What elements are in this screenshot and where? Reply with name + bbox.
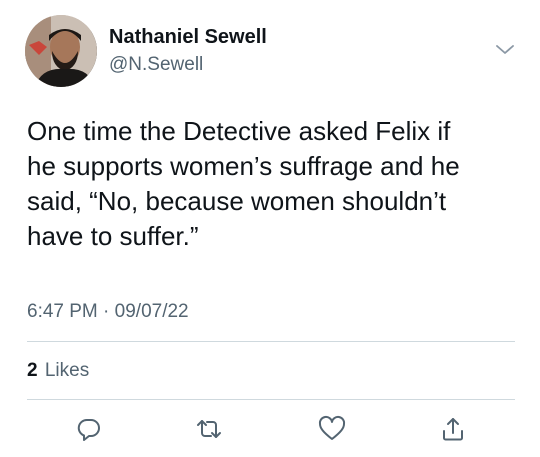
author-handle[interactable]: @N.Sewell bbox=[109, 54, 203, 76]
likes-stat[interactable]: 2 Likes bbox=[27, 360, 89, 382]
avatar-image bbox=[25, 15, 97, 87]
like-button[interactable] bbox=[317, 414, 347, 444]
action-bar bbox=[0, 408, 540, 448]
divider bbox=[27, 341, 515, 342]
tweet: Nathaniel Sewell @N.Sewell One time the … bbox=[0, 0, 540, 457]
timestamp-separator: · bbox=[103, 301, 110, 322]
likes-label: Likes bbox=[44, 360, 90, 381]
divider bbox=[27, 399, 515, 400]
reply-icon bbox=[77, 418, 100, 441]
tweet-time: 6:47 PM bbox=[27, 301, 98, 322]
retweet-button[interactable] bbox=[194, 414, 224, 444]
retweet-icon bbox=[197, 420, 221, 438]
heart-icon bbox=[318, 415, 346, 440]
tweet-text: One time the Detective asked Felix if he… bbox=[27, 116, 460, 251]
share-icon bbox=[443, 418, 463, 441]
avatar[interactable] bbox=[25, 15, 97, 87]
likes-count: 2 bbox=[27, 360, 38, 381]
share-button[interactable] bbox=[438, 414, 468, 444]
author-name[interactable]: Nathaniel Sewell bbox=[109, 26, 267, 49]
reply-button[interactable] bbox=[74, 414, 104, 444]
chevron-down-icon[interactable] bbox=[495, 43, 515, 57]
tweet-timestamp[interactable]: 6:47 PM · 09/07/22 bbox=[27, 301, 189, 323]
tweet-date: 09/07/22 bbox=[114, 301, 189, 322]
